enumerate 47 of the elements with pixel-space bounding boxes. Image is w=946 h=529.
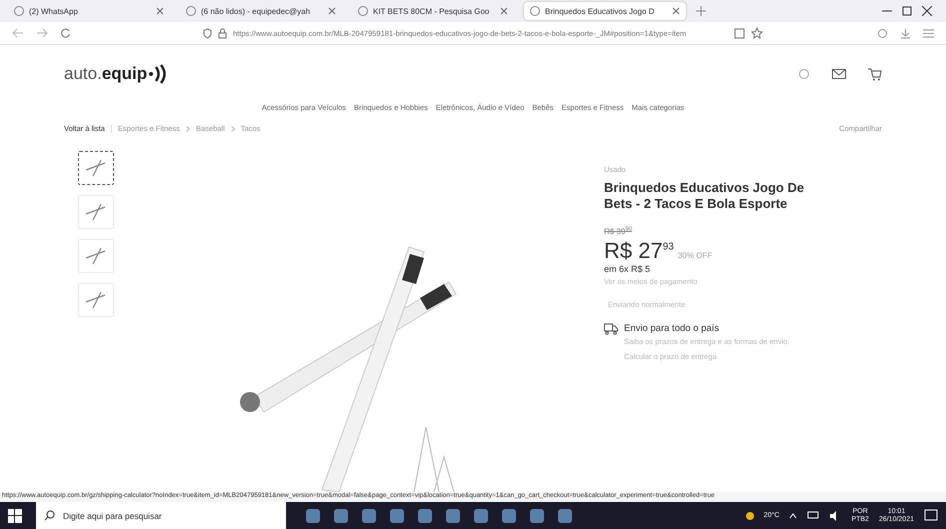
cart-icon[interactable] — [868, 68, 882, 80]
star-icon[interactable] — [751, 27, 763, 39]
favicon-icon — [14, 6, 24, 16]
close-icon[interactable] — [672, 7, 680, 15]
close-icon[interactable] — [156, 7, 164, 15]
taskbar-app-icon[interactable] — [502, 508, 516, 522]
installments-text: em 6x R$ 5 — [604, 264, 652, 274]
favicon-icon — [186, 6, 196, 16]
taskbar-search-field[interactable]: Digite aqui para pesquisar — [36, 502, 286, 529]
new-tab-icon[interactable] — [696, 6, 706, 16]
product-title: Brinquedos Educativos Jogo De Bets - 2 Tacos E Bola Esporte — [604, 180, 806, 212]
taskbar-app-icon[interactable] — [390, 508, 404, 522]
maximize-icon[interactable] — [902, 6, 912, 16]
browser-tab[interactable]: Brinquedos Educativos Jogo D — [524, 2, 686, 20]
taskbar-app-icon[interactable] — [306, 508, 320, 522]
truck-icon — [604, 323, 618, 335]
shipping-title: Envio para todo o país — [624, 323, 720, 334]
download-icon[interactable] — [900, 28, 911, 38]
menu-icon[interactable] — [923, 28, 934, 38]
taskbar-app-icon[interactable] — [558, 508, 572, 522]
caret-icon[interactable] — [789, 512, 798, 518]
taskbar-app-icon[interactable] — [474, 508, 488, 522]
windows-icon[interactable] — [8, 508, 22, 522]
favicon-icon — [358, 6, 368, 16]
product-price: R$ 27$^{93}$ — [604, 238, 674, 264]
browser-tab[interactable]: KIT BETS 80CM - Pesquisa Goo — [352, 2, 514, 20]
chevron-icon — [230, 126, 235, 132]
mail-icon[interactable] — [832, 69, 846, 79]
favicon-icon — [530, 6, 540, 16]
taskbar-app-icon[interactable] — [334, 508, 348, 522]
close-icon[interactable] — [328, 7, 336, 15]
site-logo[interactable]: auto.equip — [64, 64, 170, 84]
taskbar-app-icon[interactable] — [446, 508, 460, 522]
close-icon[interactable] — [500, 7, 508, 15]
taskbar-app-icon[interactable] — [418, 508, 432, 522]
taskbar-app-icon[interactable] — [362, 508, 376, 522]
weather-icon — [746, 512, 754, 520]
close-icon[interactable] — [922, 6, 932, 16]
browser-tab[interactable]: (6 não lidos) - equipedec@yah — [180, 2, 342, 20]
taskbar-app-icon[interactable] — [530, 508, 544, 522]
browser-tab[interactable]: (2) WhatsApp — [8, 2, 170, 20]
original-price: R$ 39$^{90}$ — [604, 226, 634, 238]
product-thumbnail[interactable] — [78, 151, 114, 185]
discount-label: 30% OFF — [678, 251, 712, 260]
chevron-icon — [186, 126, 190, 132]
reload-icon[interactable] — [60, 28, 71, 38]
lock-icon — [218, 28, 227, 38]
